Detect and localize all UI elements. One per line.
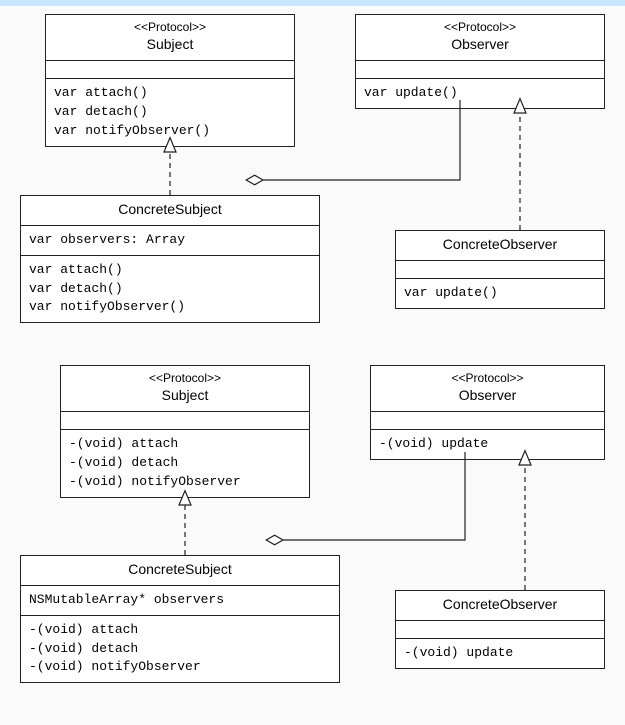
uml-class-subject-swift: <<Protocol>> Subject var attach() var de… [45, 14, 295, 147]
uml-title: ConcreteObserver [402, 595, 598, 614]
uml-attrs [371, 412, 604, 430]
uml-attrs: var observers: Array [21, 226, 319, 256]
uml-methods: var attach() var detach() var notifyObse… [46, 79, 294, 146]
uml-class-concreteobserver-swift: ConcreteObserver var update() [395, 230, 605, 309]
uml-attrs [61, 412, 309, 430]
uml-head: <<Protocol>> Subject [46, 15, 294, 61]
uml-methods: -(void) attach -(void) detach -(void) no… [61, 430, 309, 497]
uml-attrs: NSMutableArray* observers [21, 586, 339, 616]
uml-class-concretesubject-objc: ConcreteSubject NSMutableArray* observer… [20, 555, 340, 683]
uml-attrs [356, 61, 604, 79]
uml-attrs [46, 61, 294, 79]
uml-stereotype: <<Protocol>> [362, 19, 598, 35]
uml-methods: var attach() var detach() var notifyObse… [21, 256, 319, 323]
uml-title: Observer [362, 35, 598, 54]
uml-class-observer-swift: <<Protocol>> Observer var update() [355, 14, 605, 109]
uml-title: ConcreteObserver [402, 235, 598, 254]
uml-title: Subject [52, 35, 288, 54]
uml-head: <<Protocol>> Observer [356, 15, 604, 61]
uml-attrs [396, 261, 604, 279]
uml-head: ConcreteObserver [396, 231, 604, 261]
uml-methods: -(void) attach -(void) detach -(void) no… [21, 616, 339, 683]
header-bar [0, 0, 625, 6]
uml-class-concretesubject-swift: ConcreteSubject var observers: Array var… [20, 195, 320, 323]
uml-methods: var update() [396, 279, 604, 308]
uml-title: ConcreteSubject [27, 560, 333, 579]
uml-head: ConcreteObserver [396, 591, 604, 621]
uml-head: ConcreteSubject [21, 556, 339, 586]
uml-head: <<Protocol>> Subject [61, 366, 309, 412]
uml-head: ConcreteSubject [21, 196, 319, 226]
uml-title: Observer [377, 386, 598, 405]
uml-title: ConcreteSubject [27, 200, 313, 219]
uml-methods: var update() [356, 79, 604, 108]
uml-class-concreteobserver-objc: ConcreteObserver -(void) update [395, 590, 605, 669]
uml-methods: -(void) update [371, 430, 604, 459]
uml-stereotype: <<Protocol>> [377, 370, 598, 386]
uml-attrs [396, 621, 604, 639]
uml-stereotype: <<Protocol>> [52, 19, 288, 35]
uml-class-subject-objc: <<Protocol>> Subject -(void) attach -(vo… [60, 365, 310, 498]
uml-methods: -(void) update [396, 639, 604, 668]
uml-stereotype: <<Protocol>> [67, 370, 303, 386]
uml-class-observer-objc: <<Protocol>> Observer -(void) update [370, 365, 605, 460]
uml-title: Subject [67, 386, 303, 405]
uml-head: <<Protocol>> Observer [371, 366, 604, 412]
